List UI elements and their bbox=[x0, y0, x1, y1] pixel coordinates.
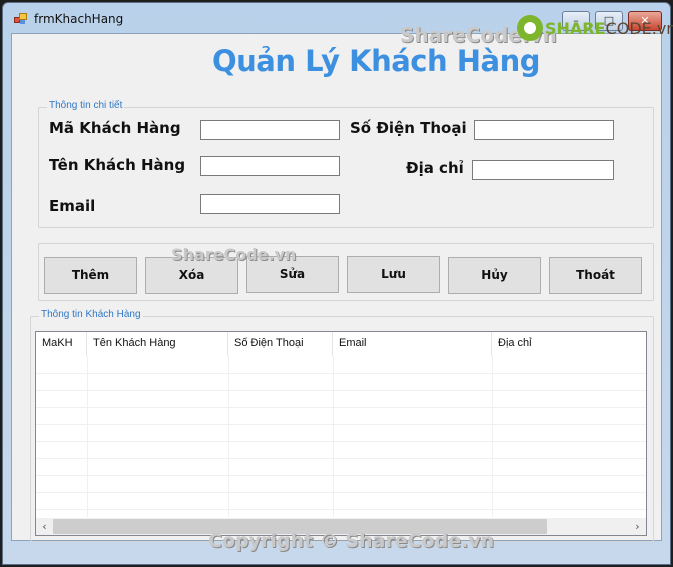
list-group-legend: Thông tin Khách Hàng bbox=[39, 309, 143, 320]
actions-groupbox: Thêm Xóa Sửa Lưu Hủy Thoát bbox=[38, 243, 654, 301]
column-header-ten-khach-hang[interactable]: Tên Khách Hàng bbox=[87, 332, 228, 356]
column-header-email[interactable]: Email bbox=[333, 332, 492, 356]
customer-listview[interactable]: MaKH Tên Khách Hàng Số Điện Thoại Email … bbox=[35, 331, 647, 536]
luu-button[interactable]: Lưu bbox=[347, 256, 440, 293]
grid-row-line bbox=[36, 441, 646, 442]
ma-kh-input[interactable] bbox=[200, 120, 340, 140]
grid-row-line bbox=[36, 373, 646, 374]
customer-list-groupbox: Thông tin Khách Hàng MaKH Tên Khách Hàng… bbox=[30, 309, 654, 542]
grid-row-line bbox=[36, 509, 646, 510]
title-bar[interactable]: frmKhachHang – □ ✕ bbox=[3, 3, 670, 33]
grid-row-line bbox=[36, 475, 646, 476]
app-icon bbox=[14, 13, 28, 25]
main-window: frmKhachHang – □ ✕ Quản Lý Khách Hàng Th… bbox=[2, 2, 673, 565]
them-button[interactable]: Thêm bbox=[44, 257, 137, 294]
minimize-button[interactable]: – bbox=[562, 11, 590, 31]
column-header-so-dien-thoai[interactable]: Số Điện Thoại bbox=[228, 332, 333, 356]
so-dien-thoai-label: Số Điện Thoại bbox=[350, 119, 467, 137]
huy-button[interactable]: Hủy bbox=[448, 257, 541, 294]
sua-button[interactable]: Sửa bbox=[246, 256, 339, 293]
scroll-right-icon[interactable]: › bbox=[629, 518, 646, 535]
window-title: frmKhachHang bbox=[34, 12, 124, 26]
form-client-area: Quản Lý Khách Hàng Thông tin chi tiết Mã… bbox=[11, 33, 662, 542]
close-button[interactable]: ✕ bbox=[628, 11, 662, 31]
grid-row-line bbox=[36, 458, 646, 459]
so-dien-thoai-input[interactable] bbox=[474, 120, 614, 140]
ma-kh-label: Mã Khách Hàng bbox=[49, 119, 181, 137]
grid-row-line bbox=[36, 492, 646, 493]
grid-row-line bbox=[36, 407, 646, 408]
dia-chi-label: Địa chỉ bbox=[406, 159, 464, 177]
column-header-makh[interactable]: MaKH bbox=[36, 332, 87, 356]
thoat-button[interactable]: Thoát bbox=[549, 257, 642, 294]
scroll-left-icon[interactable]: ‹ bbox=[36, 518, 53, 535]
ten-kh-input[interactable] bbox=[200, 156, 340, 176]
grid-row-line bbox=[36, 390, 646, 391]
detail-groupbox: Thông tin chi tiết Mã Khách Hàng Tên Khá… bbox=[38, 100, 654, 228]
email-input[interactable] bbox=[200, 194, 340, 214]
email-label: Email bbox=[49, 197, 96, 215]
grid-row-line bbox=[36, 424, 646, 425]
page-title: Quản Lý Khách Hàng bbox=[212, 44, 540, 78]
scrollbar-thumb[interactable] bbox=[53, 519, 547, 534]
xoa-button[interactable]: Xóa bbox=[145, 257, 238, 294]
column-header-dia-chi[interactable]: Địa chỉ bbox=[492, 332, 646, 356]
maximize-button[interactable]: □ bbox=[595, 11, 623, 31]
dia-chi-input[interactable] bbox=[472, 160, 614, 180]
horizontal-scrollbar[interactable]: ‹ › bbox=[36, 518, 646, 535]
detail-group-legend: Thông tin chi tiết bbox=[47, 100, 125, 111]
listview-header: MaKH Tên Khách Hàng Số Điện Thoại Email … bbox=[36, 332, 646, 356]
ten-kh-label: Tên Khách Hàng bbox=[49, 156, 186, 174]
